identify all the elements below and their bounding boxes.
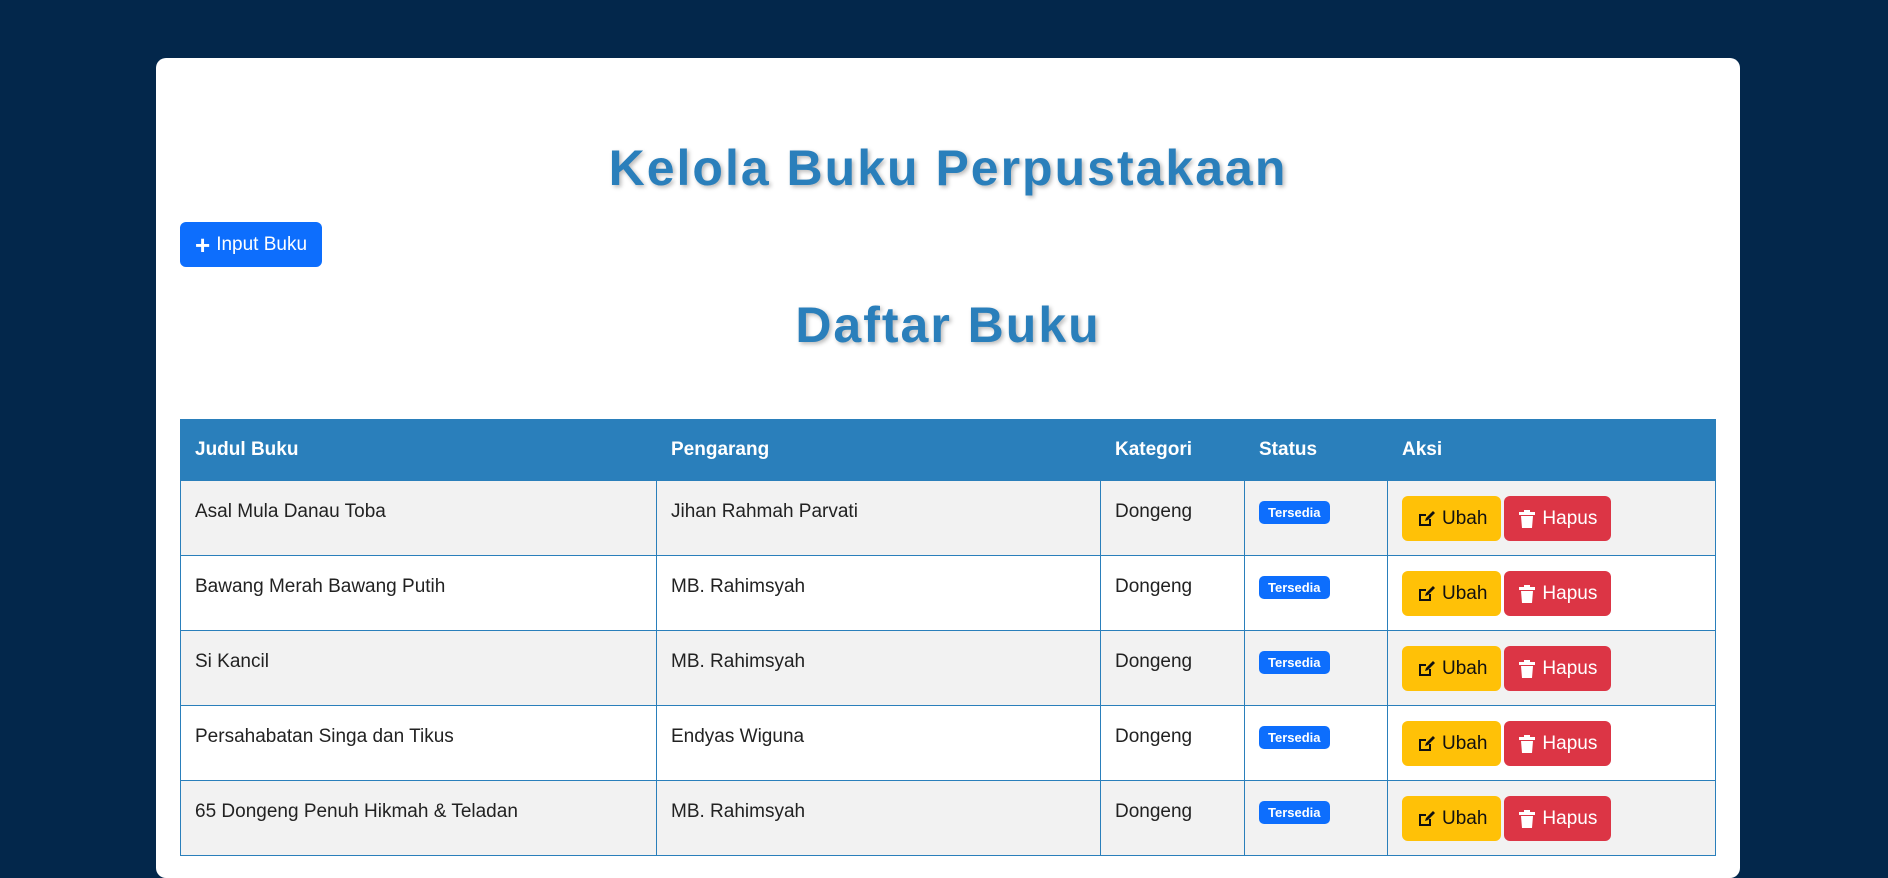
cell-judul: Si Kancil [180, 630, 657, 706]
column-header-aksi: Aksi [1387, 419, 1716, 481]
table-row: Persahabatan Singa dan Tikus Endyas Wigun… [180, 705, 1716, 781]
cell-pengarang: MB. Rahimsyah [656, 555, 1101, 631]
trash-icon [1518, 584, 1536, 604]
column-header-kategori: Kategori [1100, 419, 1245, 481]
edit-label: Ubah [1442, 807, 1488, 829]
edit-icon [1416, 584, 1436, 604]
trash-icon [1518, 734, 1536, 754]
table-row: Asal Mula Danau Toba Jihan Rahmah Parvati… [180, 480, 1716, 556]
section-title: Daftar Buku [795, 297, 1101, 353]
column-header-status: Status [1244, 419, 1388, 481]
trash-icon [1518, 509, 1536, 529]
cell-kategori: Dongeng [1100, 780, 1245, 856]
status-badge: Tersedia [1259, 576, 1330, 599]
cell-kategori: Dongeng [1100, 705, 1245, 781]
cell-kategori: Dongeng [1100, 555, 1245, 631]
edit-button[interactable]: Ubah [1402, 496, 1502, 541]
trash-icon [1518, 809, 1536, 829]
delete-label: Hapus [1542, 507, 1598, 529]
cell-aksi: Ubah Hapus [1387, 555, 1716, 631]
delete-button[interactable]: Hapus [1504, 496, 1612, 541]
column-header-judul: Judul Buku [180, 419, 657, 481]
cell-kategori: Dongeng [1100, 630, 1245, 706]
cell-judul: Bawang Merah Bawang Putih [180, 555, 657, 631]
plus-icon: + [195, 229, 211, 260]
status-badge: Tersedia [1259, 651, 1330, 674]
cell-aksi: Ubah Hapus [1387, 630, 1716, 706]
edit-icon [1416, 734, 1436, 754]
cell-status: Tersedia [1244, 780, 1388, 856]
delete-label: Hapus [1542, 732, 1598, 754]
edit-label: Ubah [1442, 582, 1488, 604]
edit-label: Ubah [1442, 657, 1488, 679]
main-card: Kelola Buku Perpustakaan + Input Buku Da… [156, 58, 1740, 878]
cell-pengarang: MB. Rahimsyah [656, 630, 1101, 706]
cell-pengarang: Endyas Wiguna [656, 705, 1101, 781]
cell-kategori: Dongeng [1100, 480, 1245, 556]
cell-pengarang: Jihan Rahmah Parvati [656, 480, 1101, 556]
status-badge: Tersedia [1259, 726, 1330, 749]
input-book-label: Input Buku [216, 233, 308, 255]
delete-label: Hapus [1542, 657, 1598, 679]
edit-button[interactable]: Ubah [1402, 646, 1502, 691]
table-row: Si Kancil MB. Rahimsyah Dongeng Tersedia Uba… [180, 630, 1716, 706]
cell-judul: 65 Dongeng Penuh Hikmah & Teladan [180, 780, 657, 856]
column-header-pengarang: Pengarang [656, 419, 1101, 481]
cell-status: Tersedia [1244, 630, 1388, 706]
cell-aksi: Ubah Hapus [1387, 780, 1716, 856]
edit-button[interactable]: Ubah [1402, 796, 1502, 841]
cell-aksi: Ubah Hapus [1387, 705, 1716, 781]
edit-icon [1416, 809, 1436, 829]
cell-status: Tersedia [1244, 705, 1388, 781]
cell-aksi: Ubah Hapus [1387, 480, 1716, 556]
delete-label: Hapus [1542, 807, 1598, 829]
delete-button[interactable]: Hapus [1504, 646, 1612, 691]
delete-button[interactable]: Hapus [1504, 721, 1612, 766]
delete-button[interactable]: Hapus [1504, 796, 1612, 841]
page-title: Kelola Buku Perpustakaan [608, 140, 1288, 196]
edit-icon [1416, 659, 1436, 679]
edit-label: Ubah [1442, 507, 1488, 529]
table-header-row: Judul Buku Pengarang Kategori Status Aks… [180, 419, 1716, 481]
books-table: Judul Buku Pengarang Kategori Status Aks… [180, 419, 1716, 856]
table-row: 65 Dongeng Penuh Hikmah & Teladan MB. Rah… [180, 780, 1716, 856]
delete-button[interactable]: Hapus [1504, 571, 1612, 616]
edit-label: Ubah [1442, 732, 1488, 754]
edit-button[interactable]: Ubah [1402, 571, 1502, 616]
delete-label: Hapus [1542, 582, 1598, 604]
cell-pengarang: MB. Rahimsyah [656, 780, 1101, 856]
status-badge: Tersedia [1259, 801, 1330, 824]
cell-status: Tersedia [1244, 480, 1388, 556]
cell-status: Tersedia [1244, 555, 1388, 631]
cell-judul: Persahabatan Singa dan Tikus [180, 705, 657, 781]
input-book-button[interactable]: + Input Buku [180, 222, 323, 267]
edit-button[interactable]: Ubah [1402, 721, 1502, 766]
status-badge: Tersedia [1259, 501, 1330, 524]
trash-icon [1518, 659, 1536, 679]
table-row: Bawang Merah Bawang Putih MB. Rahimsyah Do… [180, 555, 1716, 631]
cell-judul: Asal Mula Danau Toba [180, 480, 657, 556]
edit-icon [1416, 509, 1436, 529]
